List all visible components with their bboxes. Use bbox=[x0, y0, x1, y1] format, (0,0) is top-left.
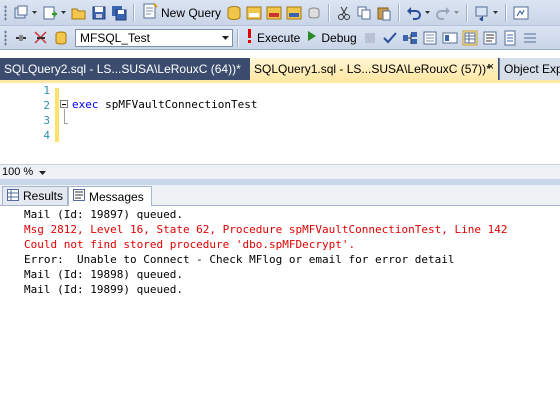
code-keyword: exec bbox=[72, 98, 99, 111]
redo-icon[interactable] bbox=[434, 4, 452, 22]
messages-icon bbox=[73, 189, 85, 204]
query-editor[interactable]: 1 2 3 4 exec spMFVaultConnectionTest bbox=[0, 83, 560, 164]
results-to-grid-icon[interactable] bbox=[461, 29, 479, 47]
analysis-xmla-icon[interactable] bbox=[285, 4, 303, 22]
cancel-query-icon[interactable] bbox=[361, 29, 379, 47]
line-number: 3 bbox=[43, 114, 50, 127]
undo-dropdown-icon[interactable] bbox=[424, 4, 430, 22]
tab-sqlquery1[interactable]: SQLQuery1.sql - LS...SUSA\LeRouxC (57))*… bbox=[250, 58, 498, 80]
copy-icon[interactable] bbox=[355, 4, 373, 22]
chevron-down-icon[interactable] bbox=[39, 166, 47, 178]
toolbar-grip[interactable] bbox=[4, 4, 7, 21]
close-icon[interactable]: × bbox=[488, 61, 494, 73]
debug-button[interactable]: Debug bbox=[303, 28, 359, 48]
toolbar-separator bbox=[505, 3, 508, 22]
messages-pane[interactable]: Mail (Id: 19897) queued. Msg 2812, Level… bbox=[0, 206, 560, 410]
execute-icon bbox=[246, 28, 254, 47]
line-number: 2 bbox=[43, 99, 50, 112]
database-engine-query-icon[interactable] bbox=[225, 4, 243, 22]
code-line[interactable]: exec spMFVaultConnectionTest bbox=[72, 98, 257, 111]
database-select[interactable]: MFSQL_Test bbox=[75, 28, 233, 47]
comment-lines-icon[interactable] bbox=[521, 29, 539, 47]
change-tracking-bar bbox=[55, 88, 59, 142]
change-connection-icon[interactable] bbox=[32, 29, 50, 47]
sql-compact-query-icon[interactable] bbox=[305, 4, 323, 22]
display-estimated-plan-icon[interactable] bbox=[401, 29, 419, 47]
navigate-backward-icon[interactable] bbox=[473, 4, 491, 22]
add-item-dropdown-icon[interactable] bbox=[60, 4, 66, 22]
code-procedure-name: spMFVaultConnectionTest bbox=[105, 98, 258, 111]
analysis-dmx-icon[interactable] bbox=[265, 4, 283, 22]
execute-label: Execute bbox=[257, 30, 301, 45]
sql-editor-toolbar: MFSQL_Test Execute Debug bbox=[0, 26, 560, 50]
database-select-value: MFSQL_Test bbox=[80, 30, 151, 45]
line-number: 4 bbox=[43, 129, 50, 142]
document-tab-strip: SQLQuery2.sql - LS...SUSA\LeRouxC (64))*… bbox=[0, 58, 560, 80]
standard-toolbar: New Query bbox=[0, 0, 560, 26]
database-selector-icon bbox=[52, 29, 70, 47]
new-query-button[interactable]: New Query bbox=[139, 3, 224, 23]
tab-results[interactable]: Results bbox=[2, 186, 68, 205]
redo-dropdown-icon[interactable] bbox=[453, 4, 459, 22]
cut-icon[interactable] bbox=[335, 4, 353, 22]
tab-label: SQLQuery1.sql - LS...SUSA\LeRouxC (57))* bbox=[254, 62, 491, 76]
toolbar-grip[interactable] bbox=[4, 29, 7, 46]
tab-object-explorer[interactable]: Object Exp bbox=[499, 58, 560, 80]
connect-icon[interactable] bbox=[12, 29, 30, 47]
save-all-icon[interactable] bbox=[110, 4, 128, 22]
results-to-text-icon[interactable] bbox=[481, 29, 499, 47]
tab-messages[interactable]: Messages bbox=[68, 186, 152, 206]
registered-servers-icon[interactable] bbox=[512, 4, 530, 22]
query-designer-icon[interactable] bbox=[421, 29, 439, 47]
zoom-select[interactable]: 100 % bbox=[2, 165, 47, 179]
new-query-label: New Query bbox=[161, 5, 222, 20]
parse-checkmark-icon[interactable] bbox=[381, 29, 399, 47]
outline-guide-end bbox=[64, 123, 68, 124]
line-number: 1 bbox=[43, 84, 50, 97]
play-icon bbox=[306, 28, 318, 47]
error-message-line: Could not find stored procedure 'dbo.spM… bbox=[24, 238, 356, 251]
error-message-line: Msg 2812, Level 16, State 62, Procedure … bbox=[24, 223, 508, 236]
debug-label: Debug bbox=[321, 30, 357, 45]
tab-results-label: Results bbox=[23, 189, 64, 203]
tab-sqlquery2[interactable]: SQLQuery2.sql - LS...SUSA\LeRouxC (64))* bbox=[0, 58, 248, 80]
collapse-icon[interactable] bbox=[60, 100, 68, 108]
toolbar-separator bbox=[398, 3, 401, 22]
navigate-dropdown-icon[interactable] bbox=[492, 4, 498, 22]
undo-icon[interactable] bbox=[405, 4, 423, 22]
toolbar-separator bbox=[328, 3, 331, 22]
results-tab-strip: Results Messages bbox=[0, 185, 560, 206]
new-query-icon bbox=[142, 3, 158, 22]
tab-label: Object Exp bbox=[504, 62, 560, 76]
tab-messages-label: Messages bbox=[89, 189, 144, 204]
new-project-dropdown-icon[interactable] bbox=[31, 4, 37, 22]
toolbar-separator bbox=[466, 3, 469, 22]
message-line: Error: Unable to Connect - Check MFlog o… bbox=[24, 253, 455, 266]
chevron-down-icon[interactable] bbox=[218, 30, 232, 46]
zoom-bar: 100 % bbox=[0, 164, 560, 179]
toolbar-separator bbox=[237, 28, 239, 47]
grid-icon bbox=[7, 188, 19, 204]
open-file-icon[interactable] bbox=[70, 4, 88, 22]
analysis-mdx-icon[interactable] bbox=[245, 4, 263, 22]
results-to-file-icon[interactable] bbox=[501, 29, 519, 47]
save-icon[interactable] bbox=[90, 4, 108, 22]
message-line: Mail (Id: 19898) queued. bbox=[24, 268, 183, 281]
tab-label: SQLQuery2.sql - LS...SUSA\LeRouxC (64))* bbox=[4, 62, 241, 76]
execute-button[interactable]: Execute bbox=[243, 28, 303, 48]
specify-values-icon[interactable] bbox=[441, 29, 459, 47]
outline-guide bbox=[64, 109, 65, 123]
message-line: Mail (Id: 19897) queued. bbox=[24, 208, 183, 221]
toolbar-separator bbox=[133, 3, 135, 22]
new-project-icon[interactable] bbox=[12, 4, 30, 22]
add-item-icon[interactable] bbox=[41, 4, 59, 22]
message-line: Mail (Id: 19899) queued. bbox=[24, 283, 183, 296]
paste-icon[interactable] bbox=[375, 4, 393, 22]
zoom-value: 100 % bbox=[2, 166, 34, 178]
